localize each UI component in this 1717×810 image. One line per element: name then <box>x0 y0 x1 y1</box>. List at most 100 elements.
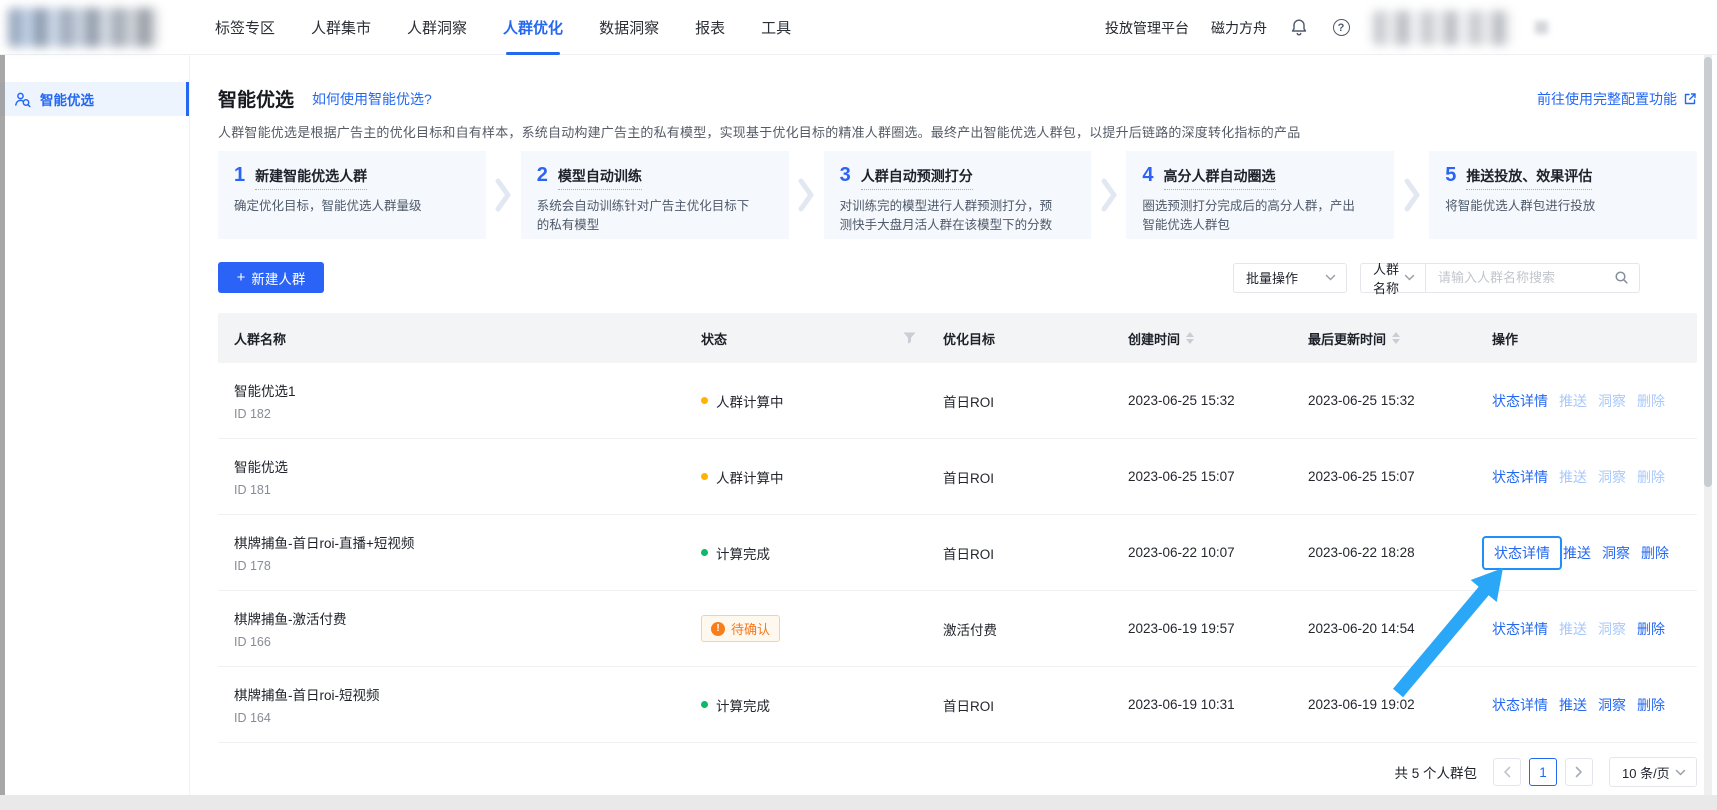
actions-cell: 状态详情 推送 洞察 删除 <box>1475 535 1697 570</box>
action-insight[interactable]: 洞察 <box>1598 619 1626 639</box>
step-arrow-icon <box>486 151 521 239</box>
action-push[interactable]: 推送 <box>1559 619 1587 639</box>
action-status-detail[interactable]: 状态详情 <box>1492 467 1548 487</box>
pagination-page-1[interactable]: 1 <box>1529 758 1557 786</box>
action-push[interactable]: 推送 <box>1563 543 1591 563</box>
sidebar-item-smart-select[interactable]: 智能优选 <box>0 82 189 116</box>
action-status-detail[interactable]: 状态详情 <box>1482 535 1562 570</box>
title-row: 智能优选 如何使用智能优选? 前往使用完整配置功能 <box>218 85 1697 112</box>
help-icon[interactable]: ? <box>1331 18 1351 38</box>
create-audience-button[interactable]: + 新建人群 <box>218 262 324 293</box>
logo-blurred <box>8 8 158 47</box>
updated-cell: 2023-06-25 15:07 <box>1308 469 1415 484</box>
nav-tab-6[interactable]: 报表 <box>695 0 725 55</box>
scrollbar-thumb[interactable] <box>1704 57 1712 487</box>
table-body: 智能优选1 ID 182 人群计算中 首日ROI 2023-06-25 15:32 202… <box>218 363 1697 743</box>
action-insight[interactable]: 洞察 <box>1602 543 1630 563</box>
window-left-edge <box>0 55 5 795</box>
audience-name: 棋牌捕鱼-激活付费 <box>234 612 347 627</box>
sort-icon[interactable] <box>1392 332 1401 344</box>
audience-id: ID 164 <box>234 711 271 725</box>
status-cell: 计算完成 <box>690 543 930 563</box>
column-header-updated: 最后更新时间 <box>1295 329 1475 348</box>
audience-id: ID 178 <box>234 559 271 573</box>
column-header-goal: 优化目标 <box>943 331 996 347</box>
action-push[interactable]: 推送 <box>1559 391 1587 411</box>
step-description: 确定优化目标，智能优选人群量级 <box>234 199 422 213</box>
step-arrow-icon <box>1091 151 1126 239</box>
nav-tab-5[interactable]: 数据洞察 <box>599 0 659 55</box>
nav-tab-1[interactable]: 标签专区 <box>215 0 275 55</box>
action-insight[interactable]: 洞察 <box>1598 695 1626 715</box>
table-footer: 共 5 个人群包 1 10 条/页 <box>218 757 1697 787</box>
action-status-detail[interactable]: 状态详情 <box>1492 695 1548 715</box>
sort-icon[interactable] <box>1186 332 1195 344</box>
user-extra-blurred <box>1535 21 1548 34</box>
total-count: 共 5 个人群包 <box>1394 766 1477 781</box>
nav-tab-3[interactable]: 人群洞察 <box>407 0 467 55</box>
how-to-use-link[interactable]: 如何使用智能优选? <box>312 89 432 109</box>
search-field-select[interactable]: 人群名称 <box>1361 262 1426 296</box>
scrollbar[interactable] <box>1704 55 1712 795</box>
table-header: 人群名称 状态 优化目标 创建时间 最后更新时间 操作 <box>218 313 1697 363</box>
user-account-blurred[interactable] <box>1373 10 1513 45</box>
batch-operation-select[interactable]: 批量操作 <box>1233 262 1347 293</box>
smart-select-icon <box>14 91 31 108</box>
nav-tab-2[interactable]: 人群集市 <box>311 0 371 55</box>
table-row: 棋牌捕鱼-首日roi-短视频 ID 164 计算完成 首日ROI 2023-06-19 … <box>218 667 1697 743</box>
nav-tab-7[interactable]: 工具 <box>761 0 791 55</box>
step-number: 2 <box>536 164 548 186</box>
page-size-select[interactable]: 10 条/页 <box>1609 757 1697 787</box>
actions-cell: 状态详情 推送 洞察 删除 <box>1475 467 1697 487</box>
action-insight[interactable]: 洞察 <box>1598 467 1626 487</box>
action-status-detail[interactable]: 状态详情 <box>1492 619 1548 639</box>
pagination-next-button[interactable] <box>1565 758 1593 786</box>
status-dot <box>701 397 708 404</box>
bell-icon[interactable] <box>1289 18 1309 38</box>
search-input[interactable] <box>1438 270 1614 285</box>
action-delete[interactable]: 删除 <box>1637 695 1665 715</box>
warning-icon: ! <box>711 621 725 636</box>
status-text: 人群计算中 <box>716 470 784 486</box>
created-cell: 2023-06-19 19:57 <box>1128 621 1235 636</box>
step-card-3: 3 人群自动预测打分 对训练完的模型进行人群预测打分，预测快手大盘月活人群在该模型下… <box>823 151 1092 239</box>
name-cell: 棋牌捕鱼-首日roi-短视频 ID 164 <box>218 684 690 725</box>
toolbar: + 新建人群 批量操作 人群名称 <box>218 262 1697 296</box>
nav-link-ad-platform[interactable]: 投放管理平台 <box>1105 18 1189 38</box>
search-field-label: 人群名称 <box>1373 261 1400 296</box>
action-push[interactable]: 推送 <box>1559 695 1587 715</box>
action-delete[interactable]: 删除 <box>1637 619 1665 639</box>
batch-operation-label: 批量操作 <box>1246 271 1299 286</box>
action-status-detail[interactable]: 状态详情 <box>1492 391 1548 411</box>
full-config-link[interactable]: 前往使用完整配置功能 <box>1537 89 1697 109</box>
actions-cell: 状态详情 推送 洞察 删除 <box>1475 619 1697 639</box>
nav-link-magnetic-ark[interactable]: 磁力方舟 <box>1211 18 1267 38</box>
action-delete[interactable]: 删除 <box>1637 467 1665 487</box>
action-delete[interactable]: 删除 <box>1637 391 1665 411</box>
step-title: 推送投放、效果评估 <box>1466 166 1593 190</box>
status-text: 计算完成 <box>716 546 770 562</box>
audience-id: ID 182 <box>234 407 271 421</box>
action-delete[interactable]: 删除 <box>1641 543 1669 563</box>
external-link-icon <box>1683 92 1697 106</box>
top-nav: 标签专区 人群集市 人群洞察 人群优化 数据洞察 报表 工具 投放管理平台 磁力方舟 ? <box>0 0 1717 55</box>
status-dot <box>701 473 708 480</box>
step-number: 3 <box>839 164 851 186</box>
plus-icon: + <box>236 269 246 286</box>
name-cell: 智能优选1 ID 182 <box>218 380 690 421</box>
steps-row: 1 新建智能优选人群 确定优化目标，智能优选人群量级 2 模型自动训练 系统会自动训练针对… <box>218 151 1697 239</box>
search-icon[interactable] <box>1614 270 1629 285</box>
nav-tab-4[interactable]: 人群优化 <box>503 0 563 55</box>
nav-tabs: 标签专区 人群集市 人群洞察 人群优化 数据洞察 报表 工具 <box>215 0 791 55</box>
filter-icon[interactable] <box>903 332 916 344</box>
step-card-2: 2 模型自动训练 系统会自动训练针对广告主优化目标下的私有模型 <box>520 151 789 239</box>
status-cell: 人群计算中 <box>690 391 930 411</box>
audience-name: 棋牌捕鱼-首日roi-直播+短视频 <box>234 536 415 551</box>
step-card-5: 5 推送投放、效果评估 将智能优选人群包进行投放 <box>1429 151 1697 239</box>
goal-cell: 首日ROI <box>943 698 995 714</box>
action-insight[interactable]: 洞察 <box>1598 391 1626 411</box>
step-description: 将智能优选人群包进行投放 <box>1445 199 1596 213</box>
action-push[interactable]: 推送 <box>1559 467 1587 487</box>
pagination-prev-button[interactable] <box>1493 758 1521 786</box>
table-row: 棋牌捕鱼-激活付费 ID 166! 待确认 激活付费 2023-06-19 19:57 2… <box>218 591 1697 667</box>
